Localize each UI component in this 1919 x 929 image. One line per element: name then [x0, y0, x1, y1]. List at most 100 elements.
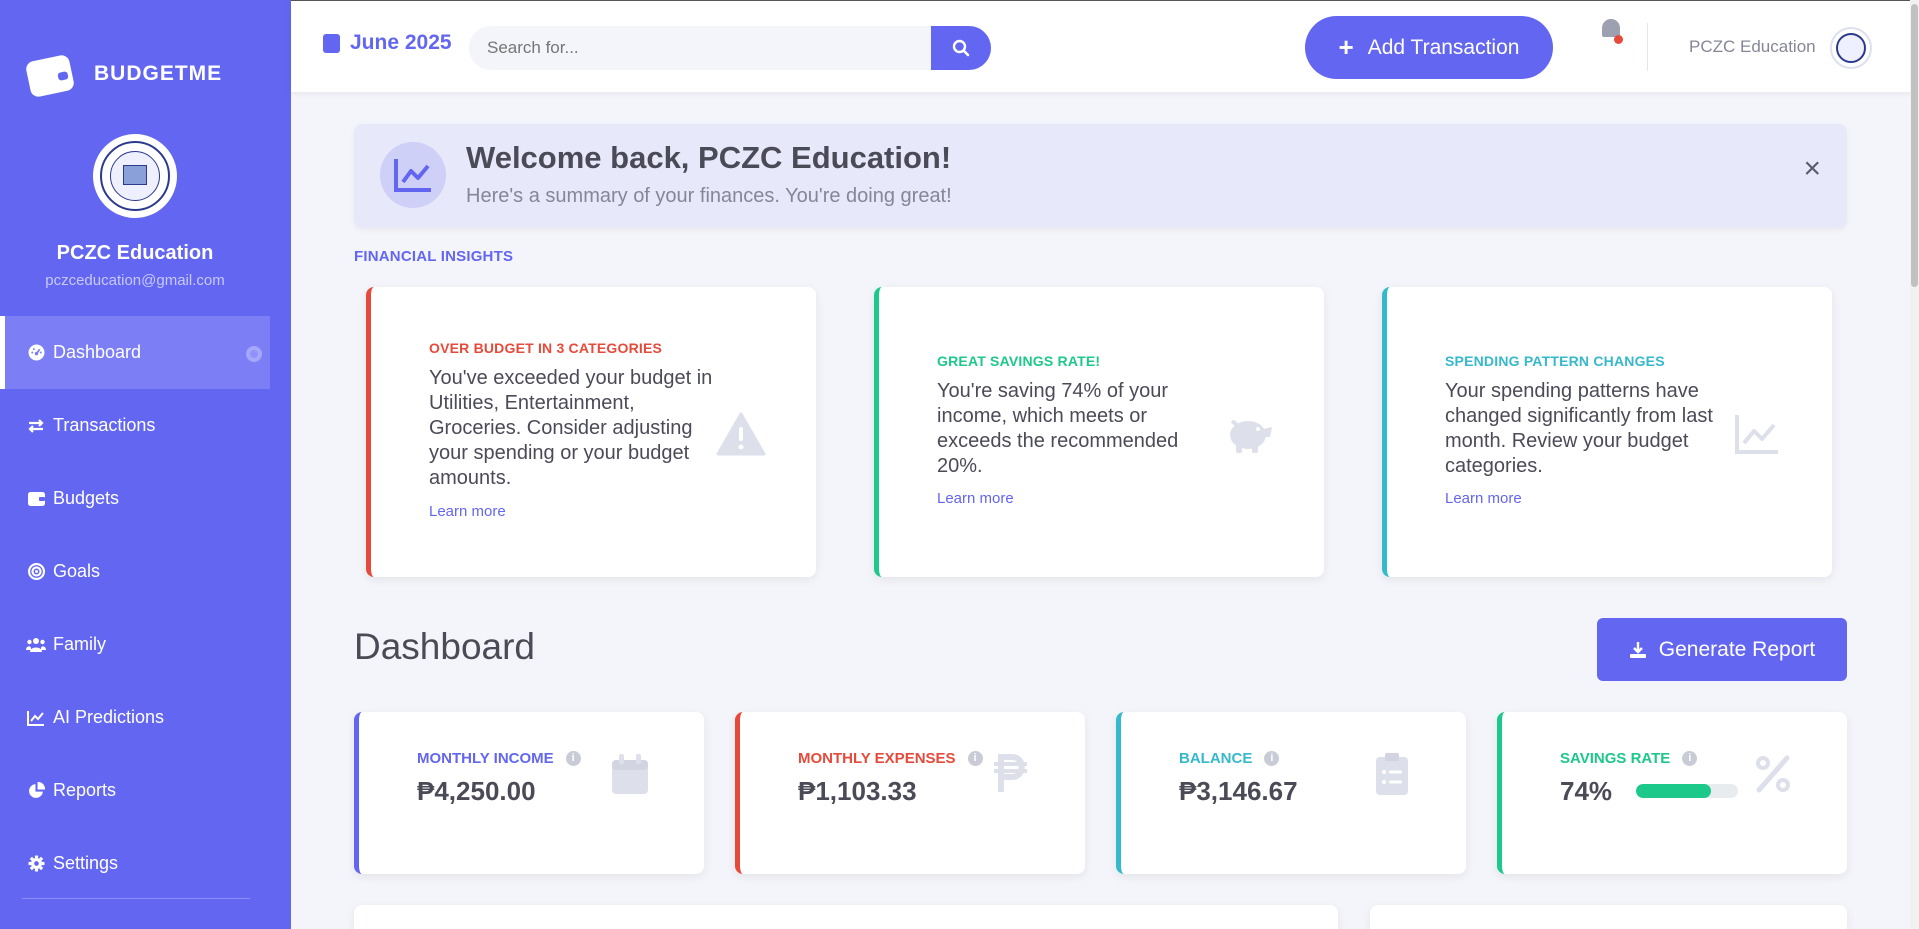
- sidebar-item-label: Family: [53, 634, 106, 654]
- brand-name: BUDGETME: [94, 62, 223, 85]
- search-icon: [952, 39, 970, 57]
- warning-icon: [716, 412, 766, 456]
- topbar: June 2025 + Add Transaction PCZC Educati…: [291, 0, 1919, 92]
- stat-label-text: MONTHLY EXPENSES: [798, 750, 956, 767]
- sidebar-item-settings[interactable]: Settings: [0, 827, 270, 900]
- clipboard-icon: [1376, 753, 1408, 795]
- stat-label: MONTHLY EXPENSES i: [798, 750, 983, 767]
- chart-line-icon: [26, 708, 46, 728]
- chart-line-icon: [1735, 415, 1778, 454]
- insight-card-spending-pattern: SPENDING PATTERN CHANGES Your spending p…: [1382, 287, 1832, 577]
- scrollbar-thumb[interactable]: [1911, 4, 1918, 287]
- insight-kicker: OVER BUDGET IN 3 CATEGORIES: [429, 340, 663, 356]
- insight-card-savings: GREAT SAVINGS RATE! You're saving 74% of…: [874, 287, 1324, 577]
- page-title: Dashboard: [354, 626, 536, 667]
- sidebar-divider: [22, 898, 250, 899]
- info-icon[interactable]: i: [565, 751, 581, 766]
- calendar-icon: [323, 33, 340, 53]
- target-icon: [26, 562, 46, 582]
- stat-label-text: SAVINGS RATE: [1560, 750, 1671, 767]
- date-selector[interactable]: June 2025: [323, 31, 452, 55]
- generate-report-button[interactable]: Generate Report: [1597, 618, 1847, 681]
- side-card: [1370, 905, 1847, 929]
- learn-more-link[interactable]: Learn more: [429, 503, 506, 520]
- sidebar-item-label: Dashboard: [53, 342, 142, 362]
- piggy-bank-icon: [1230, 419, 1272, 453]
- insight-kicker: GREAT SAVINGS RATE!: [937, 353, 1101, 369]
- chart-line-icon: [380, 142, 446, 208]
- sidebar-item-family[interactable]: Family: [0, 608, 270, 681]
- add-transaction-button[interactable]: + Add Transaction: [1305, 16, 1553, 79]
- sidebar-nav: Dashboard Transactions Budgets Goals Fam…: [0, 316, 270, 900]
- stat-value: 74%: [1560, 776, 1613, 806]
- wallet-icon: [26, 489, 46, 509]
- stat-label: BALANCE i: [1179, 750, 1280, 767]
- brand[interactable]: BUDGETME: [24, 52, 223, 99]
- stat-value: ₱1,103.33: [798, 776, 917, 806]
- chart-card: [354, 905, 1338, 929]
- stat-value: ₱3,146.67: [1179, 776, 1298, 806]
- calendar-icon: [612, 754, 648, 794]
- sidebar-item-dashboard[interactable]: Dashboard: [0, 316, 270, 389]
- avatar: [93, 134, 177, 218]
- sidebar-item-label: Budgets: [53, 488, 120, 508]
- welcome-title: Welcome back, PCZC Education!: [466, 140, 952, 175]
- stat-card-monthly-income: MONTHLY INCOME i ₱4,250.00: [354, 712, 704, 874]
- sidebar: BUDGETME PCZC Education pczceducation@gm…: [0, 0, 291, 929]
- notification-badge: [1614, 35, 1623, 44]
- gear-icon: [26, 854, 46, 874]
- stat-card-monthly-expenses: MONTHLY EXPENSES i ₱1,103.33: [735, 712, 1085, 874]
- plus-icon: +: [1338, 32, 1354, 62]
- stat-label: SAVINGS RATE i: [1560, 750, 1698, 767]
- sidebar-item-label: Transactions: [53, 415, 156, 435]
- insight-text: Your spending patterns have changed sign…: [1445, 380, 1713, 477]
- topbar-divider: [1647, 23, 1648, 71]
- generate-report-label: Generate Report: [1658, 637, 1816, 661]
- profile-email: pczceducation@gmail.com: [45, 272, 225, 289]
- notification-bell-icon[interactable]: [1600, 17, 1623, 44]
- stat-label-text: MONTHLY INCOME: [417, 750, 554, 767]
- sidebar-item-transactions[interactable]: Transactions: [0, 389, 270, 462]
- learn-more-link[interactable]: Learn more: [937, 490, 1014, 507]
- insight-text: You're saving 74% of your income, which …: [937, 380, 1179, 477]
- search-button[interactable]: [931, 26, 991, 70]
- sidebar-item-reports[interactable]: Reports: [0, 754, 270, 827]
- users-icon: [26, 635, 46, 655]
- sidebar-item-label: AI Predictions: [53, 707, 165, 727]
- sidebar-item-label: Goals: [53, 561, 101, 581]
- info-icon[interactable]: i: [1682, 751, 1698, 766]
- stat-card-savings-rate: SAVINGS RATE i 74%: [1497, 712, 1847, 874]
- peso-icon: [994, 754, 1027, 792]
- learn-more-link[interactable]: Learn more: [1445, 490, 1522, 507]
- info-icon[interactable]: i: [967, 751, 983, 766]
- info-icon[interactable]: i: [1264, 751, 1280, 766]
- gauge-icon: [26, 343, 46, 363]
- close-icon[interactable]: ×: [1803, 154, 1821, 184]
- savings-progress-bar: [1636, 784, 1738, 798]
- stat-label-text: BALANCE: [1179, 750, 1253, 767]
- active-indicator: [246, 346, 262, 362]
- current-date: June 2025: [350, 31, 452, 54]
- avatar[interactable]: [1830, 27, 1872, 69]
- welcome-subtitle: Here's a summary of your finances. You'r…: [466, 185, 952, 207]
- topbar-user-name[interactable]: PCZC Education: [1689, 37, 1816, 57]
- sidebar-item-budgets[interactable]: Budgets: [0, 462, 270, 535]
- sidebar-item-label: Reports: [53, 780, 117, 800]
- insight-kicker: SPENDING PATTERN CHANGES: [1445, 353, 1665, 369]
- welcome-banner: Welcome back, PCZC Education! Here's a s…: [354, 124, 1847, 228]
- sidebar-item-label: Settings: [53, 853, 119, 873]
- stat-value: ₱4,250.00: [417, 776, 536, 806]
- stat-label: MONTHLY INCOME i: [417, 750, 581, 767]
- insight-text: You've exceeded your budget in Utilities…: [429, 367, 713, 489]
- wallet-icon: [24, 52, 76, 99]
- exchange-icon: [26, 416, 46, 436]
- sidebar-item-goals[interactable]: Goals: [0, 535, 270, 608]
- percent-icon: [1756, 755, 1790, 793]
- search-input[interactable]: [469, 26, 931, 70]
- insights-section-label: FINANCIAL INSIGHTS: [354, 248, 514, 265]
- profile-name: PCZC Education: [56, 242, 214, 264]
- sidebar-item-ai-predictions[interactable]: AI Predictions: [0, 681, 270, 754]
- download-icon: [1629, 641, 1646, 658]
- insight-card-over-budget: OVER BUDGET IN 3 CATEGORIES You've excee…: [366, 287, 816, 577]
- search-bar: [469, 26, 991, 70]
